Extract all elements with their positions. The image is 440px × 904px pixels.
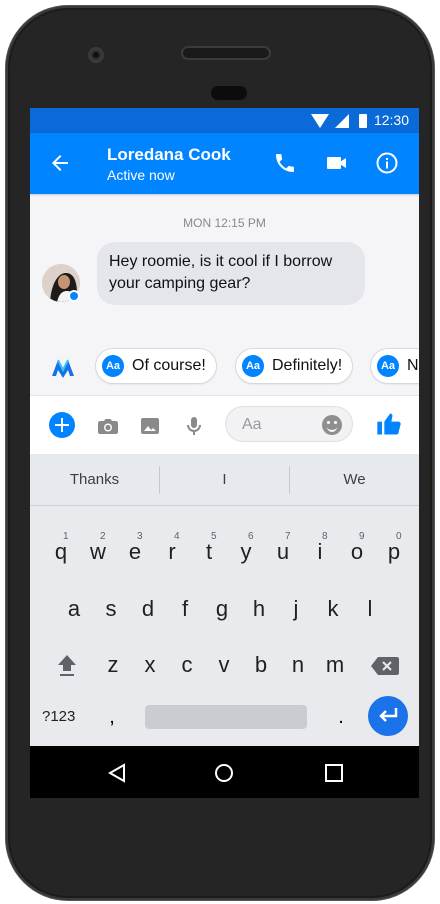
backspace-icon[interactable] [370, 655, 400, 677]
key-z[interactable]: z [95, 641, 131, 689]
gallery-icon[interactable] [138, 414, 162, 438]
key-f[interactable]: f [167, 585, 203, 633]
shift-icon[interactable] [52, 653, 82, 677]
key-s[interactable]: s [93, 585, 129, 633]
camera-icon[interactable] [96, 414, 120, 438]
smart-reply-label: Of course! [132, 357, 206, 374]
key-v[interactable]: v [206, 641, 242, 689]
keyboard-row-2: a s d f g h j k l [30, 585, 419, 633]
key-a[interactable]: a [56, 585, 92, 633]
smart-replies: Aa Of course! Aa Definitely! Aa N [30, 344, 419, 388]
smart-reply-label: Definitely! [272, 357, 343, 374]
earpiece-speaker [183, 48, 269, 58]
key-x[interactable]: x [132, 641, 168, 689]
status-icons [311, 114, 367, 128]
wifi-icon [311, 114, 329, 128]
keyboard-row-4: ?123 , . [30, 693, 419, 741]
comma-key[interactable]: , [100, 693, 124, 741]
smart-reply-label: N [407, 357, 419, 374]
key-d[interactable]: d [130, 585, 166, 633]
symbols-key[interactable]: ?123 [42, 693, 86, 741]
back-triangle-icon[interactable] [106, 762, 128, 784]
prediction-bar: Thanks I We [30, 454, 419, 506]
battery-icon [359, 114, 367, 128]
prediction-we[interactable]: We [290, 454, 419, 505]
contact-name[interactable]: Loredana Cook [107, 145, 231, 165]
aa-icon: Aa [377, 355, 399, 377]
video-call-icon[interactable] [325, 151, 349, 175]
key-w[interactable]: 2w [80, 528, 116, 576]
back-arrow-icon[interactable] [48, 151, 72, 175]
key-b[interactable]: b [243, 641, 279, 689]
key-m[interactable]: m [317, 641, 353, 689]
key-i[interactable]: 8i [302, 528, 338, 576]
keyboard-row-3: z x c v b n m [30, 641, 419, 689]
microphone-icon[interactable] [182, 414, 206, 438]
front-camera [88, 47, 104, 63]
key-o[interactable]: 9o [339, 528, 375, 576]
m-assistant-icon [52, 359, 74, 378]
recents-square-icon[interactable] [323, 762, 345, 784]
space-bar[interactable] [145, 705, 307, 729]
home-circle-icon[interactable] [213, 762, 235, 784]
prediction-i[interactable]: I [160, 454, 289, 505]
key-g[interactable]: g [204, 585, 240, 633]
proximity-sensor [211, 86, 247, 100]
enter-key[interactable] [368, 696, 408, 736]
system-navigation-bar [30, 746, 419, 798]
keyboard: Thanks I We 1q 2w 3e 4r 5t 6y 7u 8i 9o 0… [30, 454, 419, 746]
key-t[interactable]: 5t [191, 528, 227, 576]
info-icon[interactable] [375, 151, 399, 175]
key-k[interactable]: k [315, 585, 351, 633]
app-bar: Loredana Cook Active now [30, 133, 419, 194]
period-key[interactable]: . [331, 693, 351, 741]
screen: 12:30 Loredana Cook Active now MON 12:15… [30, 108, 419, 798]
prediction-divider [159, 466, 160, 494]
aa-icon: Aa [102, 355, 124, 377]
key-u[interactable]: 7u [265, 528, 301, 576]
add-icon[interactable] [49, 412, 75, 438]
emoji-icon[interactable] [322, 415, 342, 435]
key-c[interactable]: c [169, 641, 205, 689]
thumbs-up-icon[interactable] [375, 410, 403, 438]
message-input-placeholder: Aa [242, 416, 262, 433]
key-h[interactable]: h [241, 585, 277, 633]
signal-icon [335, 114, 349, 128]
key-e[interactable]: 3e [117, 528, 153, 576]
contact-status: Active now [107, 167, 175, 183]
key-j[interactable]: j [278, 585, 314, 633]
status-time: 12:30 [373, 112, 409, 128]
message-timestamp: MON 12:15 PM [183, 216, 266, 230]
key-q[interactable]: 1q [43, 528, 79, 576]
phone-call-icon[interactable] [273, 151, 297, 175]
key-l[interactable]: l [352, 585, 388, 633]
message-input[interactable]: Aa [225, 406, 353, 442]
prediction-divider [289, 466, 290, 494]
key-r[interactable]: 4r [154, 528, 190, 576]
smart-reply-chip[interactable]: Aa Of course! [95, 348, 217, 384]
enter-arrow-icon [379, 708, 398, 722]
prediction-thanks[interactable]: Thanks [30, 454, 159, 505]
messenger-badge-icon [68, 290, 80, 302]
smart-reply-chip[interactable]: Aa N [370, 348, 419, 384]
incoming-message-bubble: Hey roomie, is it cool if I borrow your … [97, 242, 365, 305]
aa-icon: Aa [242, 355, 264, 377]
key-n[interactable]: n [280, 641, 316, 689]
key-p[interactable]: 0p [376, 528, 412, 576]
keyboard-row-1: 1q 2w 3e 4r 5t 6y 7u 8i 9o 0p [30, 528, 419, 576]
key-y[interactable]: 6y [228, 528, 264, 576]
message-composer: Aa [30, 395, 419, 454]
smart-reply-chip[interactable]: Aa Definitely! [235, 348, 354, 384]
status-bar: 12:30 [30, 108, 419, 133]
